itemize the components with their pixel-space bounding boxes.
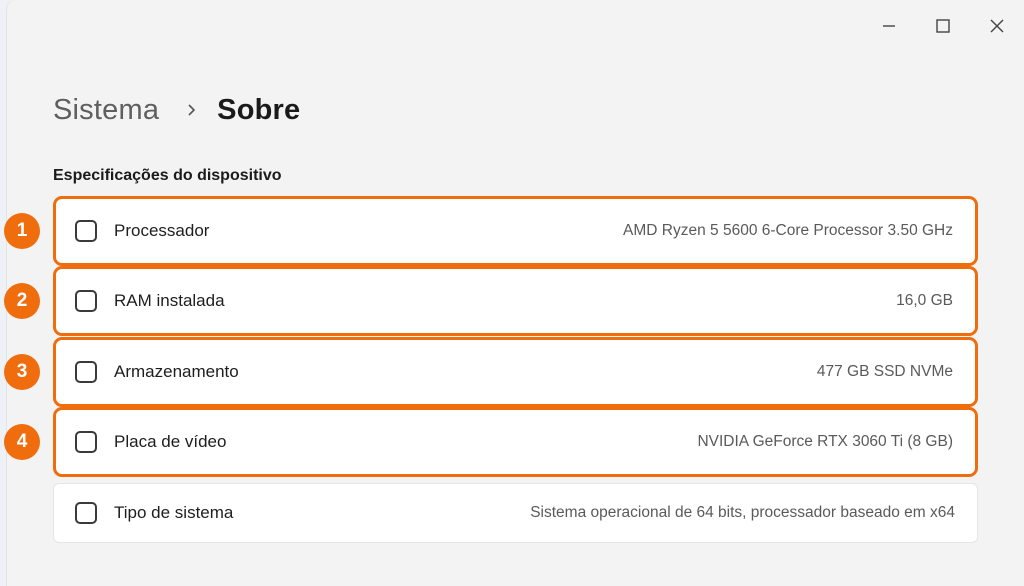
- breadcrumb-parent-link[interactable]: Sistema: [53, 94, 159, 127]
- section-title: Especificações do dispositivo: [53, 167, 282, 184]
- graphics-card-icon: [74, 430, 98, 454]
- spec-label: Tipo de sistema: [114, 503, 234, 522]
- spec-label: RAM instalada: [114, 291, 225, 310]
- spec-value: AMD Ryzen 5 5600 6-Core Processor 3.50 G…: [623, 222, 953, 239]
- annotation-badge-2: 2: [4, 283, 40, 319]
- ram-icon: [74, 289, 98, 313]
- minimize-icon: [883, 25, 895, 27]
- spec-label: Placa de vídeo: [114, 432, 227, 451]
- spec-row-ram[interactable]: RAM instalada 16,0 GB: [53, 266, 978, 336]
- annotation-badge-1: 1: [4, 213, 40, 249]
- system-type-icon: [74, 501, 98, 525]
- chevron-right-icon: [187, 103, 197, 117]
- spec-value: Sistema operacional de 64 bits, processa…: [530, 504, 955, 521]
- spec-row-graphics[interactable]: Placa de vídeo NVIDIA GeForce RTX 3060 T…: [53, 407, 978, 477]
- maximize-icon: [936, 19, 950, 33]
- spec-value: 477 GB SSD NVMe: [816, 363, 953, 380]
- spec-row-system-type[interactable]: Tipo de sistema Sistema operacional de 6…: [53, 483, 978, 543]
- spec-row-processor[interactable]: Processador AMD Ryzen 5 5600 6-Core Proc…: [53, 196, 978, 266]
- spec-label: Processador: [114, 221, 210, 240]
- settings-window: Sistema Sobre Especificações do disposit…: [6, 0, 1024, 586]
- window-caption-controls: [862, 0, 1024, 52]
- close-icon: [990, 19, 1004, 33]
- spec-row-storage[interactable]: Armazenamento 477 GB SSD NVMe: [53, 337, 978, 407]
- spec-label: Armazenamento: [114, 362, 239, 381]
- spec-value: NVIDIA GeForce RTX 3060 Ti (8 GB): [697, 433, 953, 450]
- minimize-button[interactable]: [862, 0, 916, 52]
- breadcrumb: Sistema Sobre: [53, 90, 300, 130]
- annotation-badge-4: 4: [4, 424, 40, 460]
- storage-icon: [74, 360, 98, 384]
- maximize-button[interactable]: [916, 0, 970, 52]
- annotation-badge-3: 3: [4, 354, 40, 390]
- page-title: Sobre: [217, 93, 301, 126]
- spec-value: 16,0 GB: [896, 292, 953, 309]
- processor-icon: [74, 219, 98, 243]
- close-button[interactable]: [970, 0, 1024, 52]
